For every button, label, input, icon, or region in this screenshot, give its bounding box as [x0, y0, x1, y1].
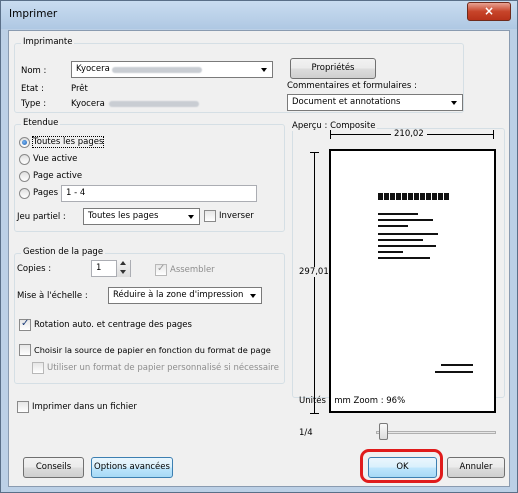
scaling-value: Réduire à la zone d'impression [113, 290, 244, 300]
collate-label[interactable]: Assembler [170, 265, 215, 275]
preview-footer-line [435, 371, 473, 373]
advanced-options-button[interactable]: Options avancées [91, 457, 173, 478]
dialog-client-area: Imprimante Nom : Kyocera Etat : Prêt Typ… [8, 30, 510, 487]
page-indicator: 1/4 [299, 428, 313, 438]
page-slider-track[interactable] [376, 431, 496, 434]
print-dialog-window: Imprimer × Imprimante Nom : Kyocera Etat… [0, 0, 518, 493]
scaling-select[interactable]: Réduire à la zone d'impression [108, 287, 262, 304]
paper-source-checkbox[interactable] [19, 344, 31, 356]
comments-value: Document et annotations [292, 97, 401, 107]
paper-preview [329, 149, 496, 413]
cancel-button-label: Annuler [459, 462, 493, 472]
comments-label: Commentaires et formulaires : [287, 81, 417, 91]
advanced-options-button-label: Options avancées [94, 462, 170, 472]
printer-name-value: Kyocera [76, 64, 110, 74]
height-dimension-tick-bottom [310, 413, 319, 414]
preview-text-line [378, 239, 423, 241]
pages-label[interactable]: Pages [33, 188, 58, 198]
height-dimension-tick-top [310, 152, 319, 153]
preview-text-line [378, 251, 403, 253]
chevron-down-icon [261, 68, 267, 72]
preview-text-line [378, 225, 408, 227]
pages-radio[interactable] [19, 188, 30, 199]
preview-text-line [378, 233, 438, 235]
printer-state-value: Prêt [71, 84, 88, 94]
all-pages-radio[interactable] [19, 137, 30, 148]
preview-text-line [378, 213, 418, 215]
custom-paper-label[interactable]: Utiliser un format de papier personnalis… [47, 363, 279, 373]
units-zoom-label: Unités : mm Zoom : 96% [299, 396, 406, 406]
page-slider-thumb[interactable] [379, 423, 388, 440]
subset-value: Toutes les pages [88, 211, 159, 221]
subset-select[interactable]: Toutes les pages [83, 208, 200, 225]
preview-text-line [378, 257, 430, 259]
comments-select[interactable]: Document et annotations [287, 94, 463, 111]
scaling-label: Mise à l'échelle : [17, 291, 88, 301]
range-group-label: Etendue [21, 118, 61, 128]
copies-label: Copies : [17, 264, 52, 274]
auto-rotate-label[interactable]: Rotation auto. et centrage des pages [34, 320, 192, 330]
printer-type-label: Type : [21, 99, 47, 109]
printer-group-label: Imprimante [21, 37, 75, 47]
current-page-radio[interactable] [19, 171, 30, 182]
height-dimension-line [314, 152, 315, 414]
custom-paper-checkbox[interactable] [32, 362, 44, 374]
tips-button-label: Conseils [35, 462, 72, 472]
copies-value: 1 [96, 263, 102, 273]
paper-source-label[interactable]: Choisir la source de papier en fonction … [34, 345, 271, 355]
preview-label: Aperçu : Composite [292, 121, 378, 131]
preview-text-line [378, 245, 436, 247]
printer-state-label: Etat : [21, 84, 44, 94]
width-value: 210,02 [391, 129, 427, 139]
preview-footer-line [441, 364, 473, 366]
copies-spinner[interactable] [116, 260, 130, 277]
properties-button[interactable]: Propriétés [290, 58, 376, 79]
ok-button[interactable]: OK [368, 457, 437, 478]
spin-down-icon[interactable] [120, 270, 126, 274]
subset-label: Jeu partiel : [17, 212, 66, 222]
preview-text-line [378, 219, 433, 221]
print-to-file-label[interactable]: Imprimer dans un fichier [32, 402, 137, 412]
redacted-model [112, 67, 202, 73]
redacted-type-model [109, 101, 199, 107]
tips-button[interactable]: Conseils [23, 457, 84, 478]
spin-up-icon[interactable] [120, 261, 126, 265]
print-to-file-checkbox[interactable] [17, 401, 29, 413]
pages-input-value: 1 - 4 [66, 188, 86, 198]
ok-button-label: OK [396, 462, 409, 472]
printer-type-value: Kyocera [71, 99, 105, 109]
pages-input[interactable]: 1 - 4 [61, 185, 257, 202]
current-view-radio[interactable] [19, 154, 30, 165]
close-button[interactable]: × [467, 2, 511, 21]
height-value: 297,01 [299, 267, 329, 277]
current-view-label[interactable]: Vue active [33, 154, 77, 164]
chevron-down-icon [188, 215, 194, 219]
width-dimension-tick-left [330, 130, 331, 139]
reverse-checkbox[interactable] [204, 210, 216, 222]
close-icon: × [483, 4, 495, 18]
chevron-down-icon [451, 101, 457, 105]
printer-name-select[interactable]: Kyocera [71, 61, 273, 78]
title-bar[interactable]: Imprimer × [1, 1, 517, 29]
collate-checkbox[interactable] [155, 263, 167, 276]
all-pages-label[interactable]: Toutes les pages [31, 136, 105, 148]
cancel-button[interactable]: Annuler [447, 457, 505, 478]
reverse-label[interactable]: Inverser [219, 211, 254, 221]
auto-rotate-checkbox[interactable] [19, 318, 31, 331]
current-page-label[interactable]: Page active [33, 171, 82, 181]
preview-header-bar [378, 193, 450, 200]
chevron-down-icon [250, 294, 256, 298]
page-handling-group-label: Gestion de la page [21, 247, 106, 257]
width-dimension-tick-right [493, 130, 494, 139]
printer-name-label: Nom : [21, 66, 47, 76]
window-title: Imprimer [9, 8, 58, 20]
properties-button-label: Propriétés [311, 63, 355, 73]
